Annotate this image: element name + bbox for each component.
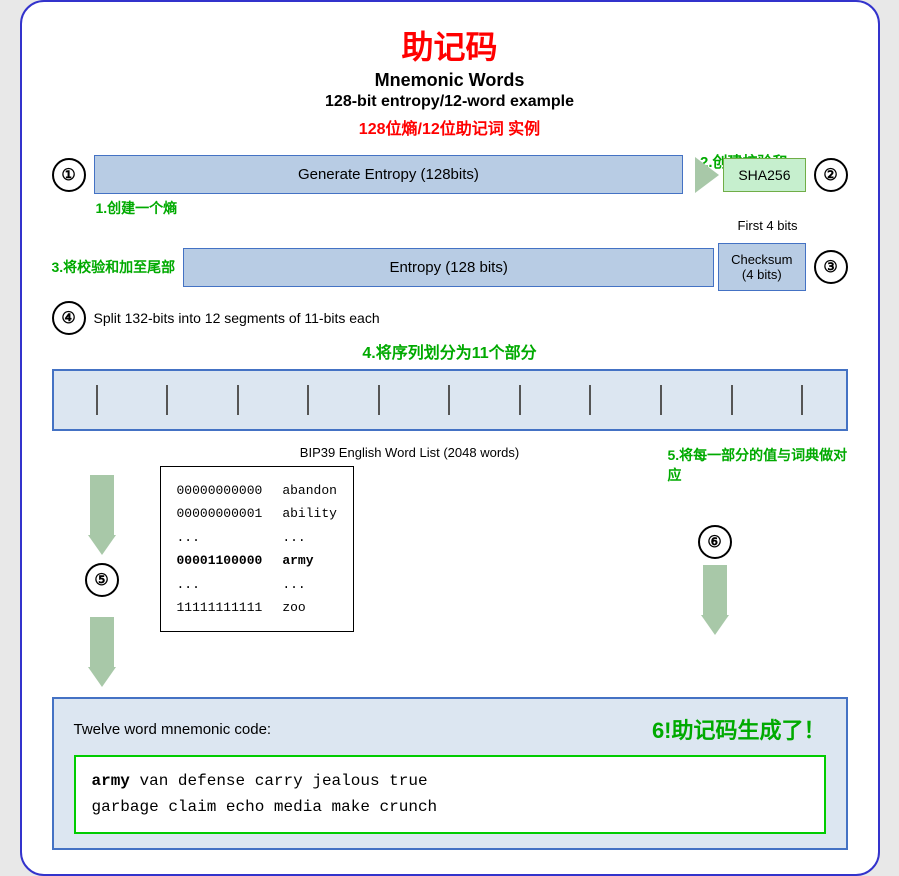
seg-div [589, 385, 591, 415]
seg-div [731, 385, 733, 415]
bip39-word5: ... [282, 573, 337, 596]
mnemonic-rest: van defense carry jealous truegarbage cl… [92, 772, 438, 816]
step5-circle: ⑤ [85, 563, 119, 597]
bip39-bit-row6: 11111111111 [177, 596, 263, 619]
bip39-word4: army [282, 549, 337, 572]
step4-description: Split 132-bits into 12 segments of 11-bi… [94, 310, 380, 326]
entropy-box: Generate Entropy (128bits) [94, 155, 684, 194]
checksum-box: Checksum(4 bits) [718, 243, 805, 291]
subtitle-zh: 128位熵/12位助记词 实例 [52, 115, 848, 139]
arrow-to-sha [695, 157, 719, 193]
seg-div [166, 385, 168, 415]
bip39-table: 00000000000 00000000001 ... 00001100000 … [160, 466, 354, 632]
step4-circle: ④ [52, 301, 86, 335]
bip39-bit-row2: 00000000001 [177, 502, 263, 525]
bip39-word2: ability [282, 502, 337, 525]
label1: 1.创建一个熵 [96, 198, 848, 218]
seg-div [237, 385, 239, 415]
entropy128-box: Entropy (128 bits) [183, 248, 714, 287]
seg-div [448, 385, 450, 415]
label5: 5.将每一部分的值与词典做对应 [668, 445, 848, 485]
bip39-word1: abandon [282, 479, 337, 502]
main-container: 助记码 Mnemonic Words 128-bit entropy/12-wo… [20, 0, 880, 876]
arrow-head-left [88, 535, 116, 555]
subtitle-en: 128-bit entropy/12-word example [52, 93, 848, 111]
bip39-word3: ... [282, 526, 337, 549]
step3-circle: ③ [814, 250, 848, 284]
step6-circle: ⑥ [698, 525, 732, 559]
label4: 4.将序列划分为11个部分 [52, 339, 848, 363]
label3: 3.将校验和加至尾部 [52, 257, 176, 277]
title-en: Mnemonic Words [52, 70, 848, 91]
seg-div [378, 385, 380, 415]
checksum-label: Checksum(4 bits) [731, 252, 792, 282]
arrow-line-left2 [90, 617, 114, 667]
segments-box [52, 369, 848, 431]
seg-div [801, 385, 803, 415]
seg-div [96, 385, 98, 415]
title-zh: 助记码 [52, 22, 848, 68]
right-col: 5.将每一部分的值与词典做对应 ⑥ [668, 445, 848, 635]
bip39-bit-row3: ... [177, 526, 263, 549]
bip39-bits-col: 00000000000 00000000001 ... 00001100000 … [177, 479, 263, 619]
first4bits-label: First 4 bits [52, 218, 798, 233]
label6: 6!助记码生成了！ [652, 713, 826, 745]
bip39-words-col: abandon ability ... army ... zoo [282, 479, 337, 619]
bip39-label: BIP39 English Word List (2048 words) [160, 445, 660, 460]
bip39-bit-row4: 00001100000 [177, 549, 263, 572]
sha256-box: SHA256 [723, 158, 805, 192]
step1-circle: ① [52, 158, 86, 192]
seg-div [307, 385, 309, 415]
final-section: Twelve word mnemonic code: 6!助记码生成了！ arm… [52, 697, 848, 850]
seg-div [660, 385, 662, 415]
bip39-bit-row1: 00000000000 [177, 479, 263, 502]
twelve-word-label: Twelve word mnemonic code: [74, 721, 272, 738]
mnemonic-box: army van defense carry jealous truegarba… [74, 755, 826, 834]
bip39-word6: zoo [282, 596, 337, 619]
mnemonic-first-word: army [92, 772, 130, 790]
seg-div [519, 385, 521, 415]
bip39-bit-row5: ... [177, 573, 263, 596]
arrow-head-right [701, 615, 729, 635]
bip39-center: BIP39 English Word List (2048 words) 000… [160, 445, 660, 632]
arrow-right-down [703, 565, 727, 615]
step2-circle: ② [814, 158, 848, 192]
arrow-line-left [90, 475, 114, 535]
arrow-head-left2 [88, 667, 116, 687]
